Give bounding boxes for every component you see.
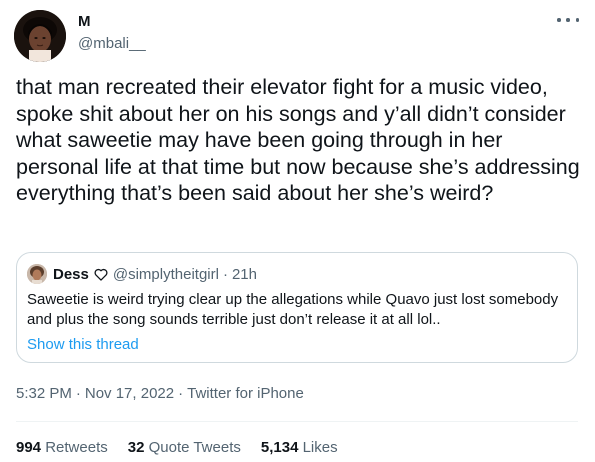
meta-separator: · [178,385,184,402]
tweet-stats: 994 Retweets 32 Quote Tweets 5,134 Likes [16,438,358,458]
tweet-text: that man recreated their elevator fight … [16,75,580,206]
quote-tweets-label: Quote Tweets [148,439,241,456]
author-handle[interactable]: @mbali__ [78,34,146,54]
quoted-handle[interactable]: @simplytheitgirl [113,266,219,283]
more-options-icon[interactable] [557,14,579,26]
tweet-date[interactable]: Nov 17, 2022 [85,385,174,402]
meta-separator: · [75,385,81,402]
avatar[interactable] [14,10,66,62]
author-display-name[interactable]: M [78,12,146,31]
tweet-source[interactable]: Twitter for iPhone [187,385,304,402]
retweets-count: 994 [16,439,42,456]
show-thread-link[interactable]: Show this thread [27,335,139,355]
likes-count: 5,134 [260,439,299,456]
quoted-avatar [27,264,47,284]
retweets-stat[interactable]: 994 Retweets [16,438,108,458]
tweet-meta: 5:32 PM · Nov 17, 2022 · Twitter for iPhone [16,384,304,404]
quoted-tweet-text: Saweetie is weird trying clear up the al… [27,291,559,328]
avatar-illustration [14,10,66,62]
quoted-display-name[interactable]: Dess [53,266,89,283]
heart-outline-icon [94,268,108,281]
quoted-tweet-card[interactable]: Dess @simplytheitgirl · 21h Saweetie is … [16,252,578,363]
tweet-card: M @mbali__ that man recreated their elev… [0,0,595,462]
retweets-label: Retweets [45,439,108,456]
quoted-timestamp[interactable]: 21h [232,266,257,283]
likes-stat[interactable]: 5,134 Likes [261,438,338,458]
tweet-time[interactable]: 5:32 PM [16,385,72,402]
likes-label: Likes [302,439,338,456]
quoted-avatar-illustration [27,264,47,284]
quote-tweets-count: 32 [127,439,145,456]
quoted-separator: · [222,265,228,283]
quoted-tweet-header: Dess @simplytheitgirl · 21h [27,264,257,284]
quote-tweets-stat[interactable]: 32 Quote Tweets [128,438,241,458]
divider [16,421,578,422]
author-block: M @mbali__ [78,12,146,54]
